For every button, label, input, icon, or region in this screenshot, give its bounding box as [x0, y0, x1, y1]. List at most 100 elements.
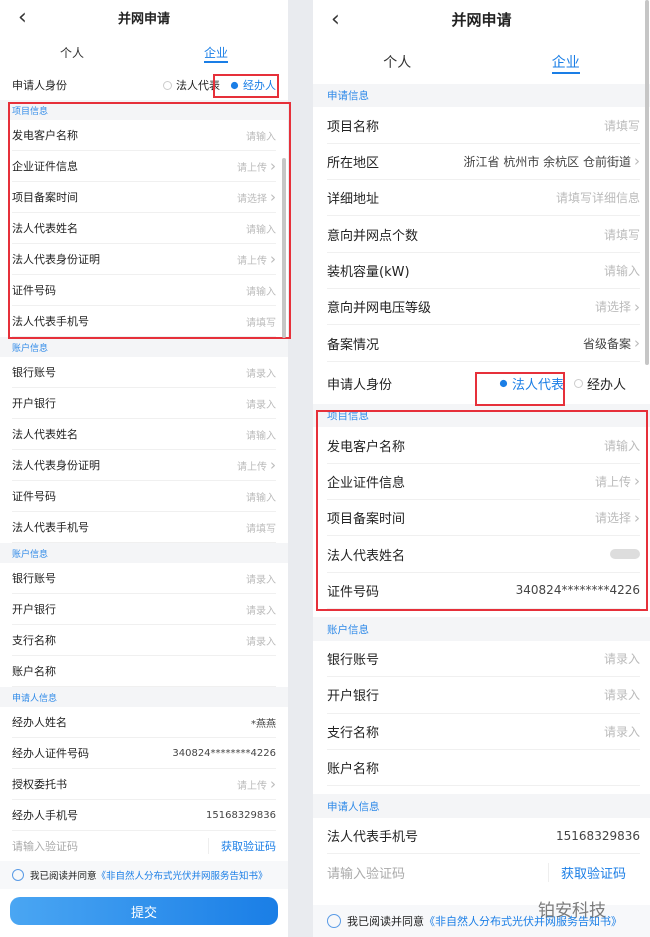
header: ‹ 并网申请: [313, 0, 650, 40]
back-arrow-icon[interactable]: ‹: [18, 5, 27, 30]
field-label: 银行账号: [327, 653, 380, 669]
form-row[interactable]: 银行账号 请录入: [12, 357, 276, 388]
tab-bar: 个人 企业: [0, 34, 288, 70]
form-row[interactable]: 银行账号 请录入: [12, 563, 276, 594]
applicant-identity-row: 申请人身份 法人代表 经办人: [0, 70, 288, 100]
field-value: 请输入: [246, 128, 276, 143]
radio-label: 法人代表: [511, 378, 564, 394]
form-row[interactable]: 银行账号 请录入: [327, 641, 640, 678]
form-row[interactable]: 企业证件信息 请上传 ›: [327, 464, 640, 501]
field-value-text: *燕燕: [251, 718, 276, 730]
header: ‹ 并网申请: [0, 0, 288, 34]
section-title: 项目信息: [12, 106, 49, 117]
form-row[interactable]: 账户名称: [327, 750, 640, 787]
page-title: 并网申请: [451, 11, 512, 30]
scrollbar-right[interactable]: [645, 0, 649, 365]
radio-label: 经办人: [243, 79, 276, 92]
form-row[interactable]: 法人代表身份证明 请上传 ›: [12, 244, 276, 275]
form-row[interactable]: 开户银行 请录入: [327, 677, 640, 714]
agreement-link[interactable]: 《非自然人分布式光伏并网服务告知书》: [97, 868, 268, 882]
field-label: 装机容量(kW): [327, 264, 410, 280]
field-value: 340824********4226: [172, 748, 276, 759]
form-row[interactable]: 装机容量(kW) 请输入: [327, 253, 640, 290]
radio-unchecked-icon: [573, 379, 583, 389]
field-label: 意向并网点个数: [327, 228, 419, 244]
agree-checkbox-icon[interactable]: [12, 869, 24, 881]
form-row[interactable]: 法人代表身份证明 请上传 ›: [12, 450, 276, 481]
scrollbar-left[interactable]: [282, 158, 286, 338]
form-row[interactable]: 授权委托书 请上传 ›: [12, 769, 276, 800]
form-row[interactable]: 支行名称 请录入: [327, 714, 640, 750]
field-value: 请上传 ›: [237, 157, 276, 175]
chevron-right-icon: ›: [270, 456, 276, 474]
form-row[interactable]: 证件号码 请输入: [12, 481, 276, 512]
field-value: 请输入: [246, 283, 276, 298]
form-row[interactable]: 项目备案时间 请选择 ›: [327, 500, 640, 537]
field-value: 请选择 ›: [595, 509, 640, 527]
watermark: 铂安科技: [538, 901, 606, 921]
form-row[interactable]: 备案情况 省级备案 ›: [327, 325, 640, 362]
radio-agent[interactable]: 经办人: [573, 374, 626, 393]
radio-legal-rep[interactable]: 法人代表: [499, 374, 564, 393]
tab-personal[interactable]: 个人: [0, 44, 144, 61]
form-row[interactable]: 证件号码 340824********4226: [327, 573, 640, 610]
form-row[interactable]: 法人代表姓名 请输入: [12, 213, 276, 244]
form-row[interactable]: 法人代表姓名: [327, 536, 640, 573]
form-row[interactable]: 意向并网电压等级 请选择 ›: [327, 289, 640, 326]
field-value-text: 请录入: [246, 399, 276, 411]
form-row[interactable]: 开户银行 请录入: [12, 388, 276, 419]
form-row[interactable]: 意向并网点个数 请填写: [327, 216, 640, 253]
field-value: *燕燕: [251, 715, 276, 730]
section-title: 项目信息: [327, 409, 369, 422]
agreement-row: 我已阅读并同意 《非自然人分布式光伏并网服务告知书》: [0, 861, 288, 889]
identity-radio-group: 法人代表 经办人: [153, 77, 276, 93]
verification-code-input[interactable]: 请输入验证码: [327, 863, 405, 882]
form-row[interactable]: 法人代表姓名 请输入: [12, 419, 276, 450]
get-code-button[interactable]: 获取验证码: [208, 838, 276, 854]
form-row[interactable]: 发电客户名称 请输入: [12, 120, 276, 151]
tab-enterprise[interactable]: 企业: [144, 44, 288, 63]
tab-personal[interactable]: 个人: [313, 52, 482, 72]
form-row[interactable]: 法人代表手机号 请填写: [12, 306, 276, 337]
radio-agent[interactable]: 经办人: [230, 77, 276, 93]
field-value: 请填写: [246, 314, 276, 329]
field-value: 请选择 ›: [595, 298, 640, 316]
form-row[interactable]: 所在地区 浙江省 杭州市 余杭区 仓前街道 ›: [327, 144, 640, 181]
form-row[interactable]: 经办人手机号 15168329836: [12, 800, 276, 831]
form-row[interactable]: 经办人姓名 *燕燕: [12, 707, 276, 738]
right-screen: ‹ 并网申请 个人 企业 申请信息 项目名称 请填写 所在地区 浙江省 杭州市 余杭区 仓前街道…: [313, 0, 650, 937]
verification-code-input[interactable]: 请输入验证码: [12, 838, 78, 854]
form-row[interactable]: 项目备案时间 请选择 ›: [12, 182, 276, 213]
tab-enterprise[interactable]: 企业: [482, 52, 650, 74]
form-row[interactable]: 法人代表手机号 请填写: [12, 512, 276, 543]
field-label: 法人代表身份证明: [12, 253, 100, 266]
field-label: 发电客户名称: [12, 129, 78, 142]
form-row[interactable]: 项目名称 请填写: [327, 107, 640, 144]
section-header: 项目信息: [313, 403, 650, 428]
submit-button[interactable]: 提交: [10, 897, 278, 925]
form-row[interactable]: 发电客户名称 请输入: [327, 427, 640, 464]
agree-checkbox-icon[interactable]: [327, 914, 341, 929]
form-row[interactable]: 账户名称: [12, 656, 276, 687]
agree-text: 我已阅读并同意: [347, 915, 424, 929]
field-value: 请录入: [246, 633, 276, 648]
form-row[interactable]: 证件号码 请输入: [12, 275, 276, 306]
form-row[interactable]: 经办人证件号码 340824********4226: [12, 738, 276, 769]
field-value-text: 请上传: [237, 780, 267, 792]
radio-legal-rep[interactable]: 法人代表: [163, 77, 220, 93]
back-arrow-icon[interactable]: ‹: [331, 7, 340, 32]
identity-radio-group: 法人代表 经办人: [489, 374, 626, 393]
form-row[interactable]: 法人代表手机号 15168329836: [327, 818, 640, 855]
masked-name: [610, 549, 640, 560]
field-value: 省级备案 ›: [583, 334, 640, 352]
tab-label: 个人: [383, 54, 412, 71]
verification-code-row: 请输入验证码 获取验证码: [12, 831, 276, 861]
form-row[interactable]: 支行名称 请录入: [12, 625, 276, 656]
field-label: 发电客户名称: [327, 439, 406, 455]
section-header: 申请人信息: [0, 687, 288, 707]
form-row[interactable]: 企业证件信息 请上传 ›: [12, 151, 276, 182]
get-code-button[interactable]: 获取验证码: [547, 863, 626, 883]
form-row[interactable]: 详细地址 请填写详细信息: [327, 180, 640, 217]
chevron-right-icon: ›: [634, 508, 640, 527]
form-row[interactable]: 开户银行 请录入: [12, 594, 276, 625]
